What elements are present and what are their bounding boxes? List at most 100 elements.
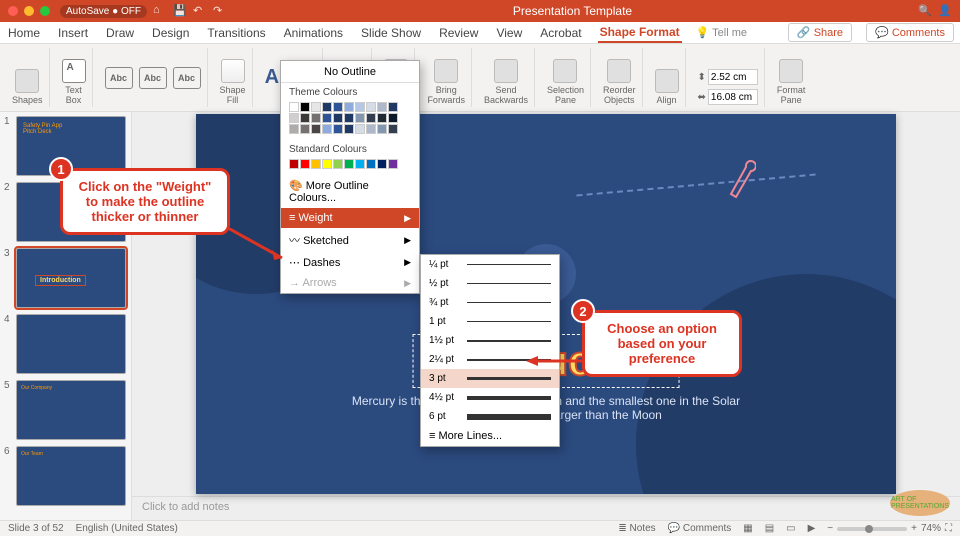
color-swatch[interactable]: [300, 102, 310, 112]
color-swatch[interactable]: [388, 159, 398, 169]
no-outline-item[interactable]: No Outline: [281, 61, 419, 83]
color-swatch[interactable]: [388, 124, 398, 134]
dashes-item[interactable]: ⋯ Dashes▶: [281, 252, 419, 273]
color-swatch[interactable]: [377, 102, 387, 112]
color-swatch[interactable]: [322, 124, 332, 134]
color-swatch[interactable]: [289, 159, 299, 169]
color-swatch[interactable]: [355, 102, 365, 112]
tab-draw[interactable]: Draw: [104, 24, 136, 42]
thumb-5[interactable]: Our Company: [16, 380, 126, 440]
autosave-toggle[interactable]: AutoSave ● OFF: [60, 5, 147, 18]
sketched-item[interactable]: 〰 Sketched▶: [281, 228, 419, 252]
thumb-3[interactable]: Introduction: [16, 248, 126, 308]
tab-transitions[interactable]: Transitions: [205, 24, 267, 42]
shapes-icon[interactable]: [15, 69, 39, 93]
color-swatch[interactable]: [388, 113, 398, 123]
more-lines-item[interactable]: ≡ More Lines...: [421, 426, 559, 446]
tab-acrobat[interactable]: Acrobat: [538, 24, 583, 42]
style-preset-3[interactable]: Abc: [173, 67, 201, 89]
zoom-in-icon[interactable]: +: [911, 523, 917, 534]
more-colors-item[interactable]: 🎨 More Outline Colours...: [281, 175, 419, 208]
view-normal-icon[interactable]: ▦: [743, 523, 752, 534]
tab-home[interactable]: Home: [6, 24, 42, 42]
color-swatch[interactable]: [355, 113, 365, 123]
color-swatch[interactable]: [355, 124, 365, 134]
tab-view[interactable]: View: [494, 24, 524, 42]
close-icon[interactable]: [8, 6, 18, 16]
width-input[interactable]: [708, 89, 758, 105]
weight-option[interactable]: ¼ pt: [421, 255, 559, 274]
color-swatch[interactable]: [366, 159, 376, 169]
view-sorter-icon[interactable]: ▤: [765, 523, 774, 534]
tab-shape-format[interactable]: Shape Format: [598, 23, 682, 43]
style-preset-2[interactable]: Abc: [139, 67, 167, 89]
color-swatch[interactable]: [377, 124, 387, 134]
color-swatch[interactable]: [355, 159, 365, 169]
color-swatch[interactable]: [311, 102, 321, 112]
fit-icon[interactable]: ⛶: [945, 523, 952, 534]
color-swatch[interactable]: [311, 159, 321, 169]
color-swatch[interactable]: [366, 124, 376, 134]
notes-button[interactable]: ≣ Notes: [618, 523, 655, 534]
comments-status-button[interactable]: 💬 Comments: [668, 523, 732, 534]
color-swatch[interactable]: [300, 113, 310, 123]
view-slideshow-icon[interactable]: ▶: [808, 523, 816, 534]
view-reading-icon[interactable]: ▭: [786, 523, 795, 534]
tab-review[interactable]: Review: [437, 24, 480, 42]
color-swatch[interactable]: [289, 124, 299, 134]
bring-forward-icon[interactable]: [434, 59, 458, 83]
weight-option[interactable]: 4½ pt: [421, 388, 559, 407]
textbox-icon[interactable]: A: [62, 59, 86, 83]
color-swatch[interactable]: [333, 102, 343, 112]
language-label[interactable]: English (United States): [76, 523, 178, 534]
tab-design[interactable]: Design: [150, 24, 191, 42]
undo-icon[interactable]: ↶: [193, 4, 207, 18]
wordart-a1[interactable]: A: [265, 66, 279, 89]
color-swatch[interactable]: [344, 159, 354, 169]
shape-fill-icon[interactable]: [221, 59, 245, 83]
arrows-item[interactable]: → Arrows▶: [281, 273, 419, 293]
comments-button[interactable]: 💬 Comments: [866, 23, 954, 42]
color-swatch[interactable]: [377, 113, 387, 123]
tab-insert[interactable]: Insert: [56, 24, 90, 42]
color-swatch[interactable]: [311, 124, 321, 134]
color-swatch[interactable]: [377, 159, 387, 169]
color-swatch[interactable]: [366, 102, 376, 112]
send-backward-icon[interactable]: [494, 59, 518, 83]
minimize-icon[interactable]: [24, 6, 34, 16]
weight-option[interactable]: ½ pt: [421, 274, 559, 293]
weight-item[interactable]: ≡ Weight▶: [281, 208, 419, 228]
user-icon[interactable]: 👤: [938, 4, 952, 18]
save-icon[interactable]: 💾: [173, 4, 187, 18]
tellme-label[interactable]: 💡 Tell me: [696, 26, 747, 39]
home-icon[interactable]: ⌂: [153, 4, 167, 18]
color-swatch[interactable]: [388, 102, 398, 112]
align-icon[interactable]: [655, 69, 679, 93]
zoom-out-icon[interactable]: −: [827, 523, 833, 534]
color-swatch[interactable]: [333, 113, 343, 123]
color-swatch[interactable]: [333, 124, 343, 134]
weight-option[interactable]: 3 pt: [421, 369, 559, 388]
thumb-4[interactable]: [16, 314, 126, 374]
weight-option[interactable]: ¾ pt: [421, 293, 559, 312]
notes-pane[interactable]: Click to add notes: [132, 496, 960, 520]
color-swatch[interactable]: [300, 124, 310, 134]
search-icon[interactable]: 🔍: [918, 4, 932, 18]
tab-animations[interactable]: Animations: [282, 24, 345, 42]
color-swatch[interactable]: [311, 113, 321, 123]
color-swatch[interactable]: [289, 102, 299, 112]
color-swatch[interactable]: [322, 159, 332, 169]
color-swatch[interactable]: [322, 113, 332, 123]
color-swatch[interactable]: [344, 113, 354, 123]
color-swatch[interactable]: [344, 124, 354, 134]
tab-slideshow[interactable]: Slide Show: [359, 24, 423, 42]
weight-option[interactable]: 1 pt: [421, 312, 559, 331]
height-input[interactable]: [708, 69, 758, 85]
color-swatch[interactable]: [333, 159, 343, 169]
color-swatch[interactable]: [322, 102, 332, 112]
format-pane-icon[interactable]: [779, 59, 803, 83]
style-preset-1[interactable]: Abc: [105, 67, 133, 89]
zoom-label[interactable]: 74%: [921, 523, 941, 534]
color-swatch[interactable]: [366, 113, 376, 123]
color-swatch[interactable]: [300, 159, 310, 169]
